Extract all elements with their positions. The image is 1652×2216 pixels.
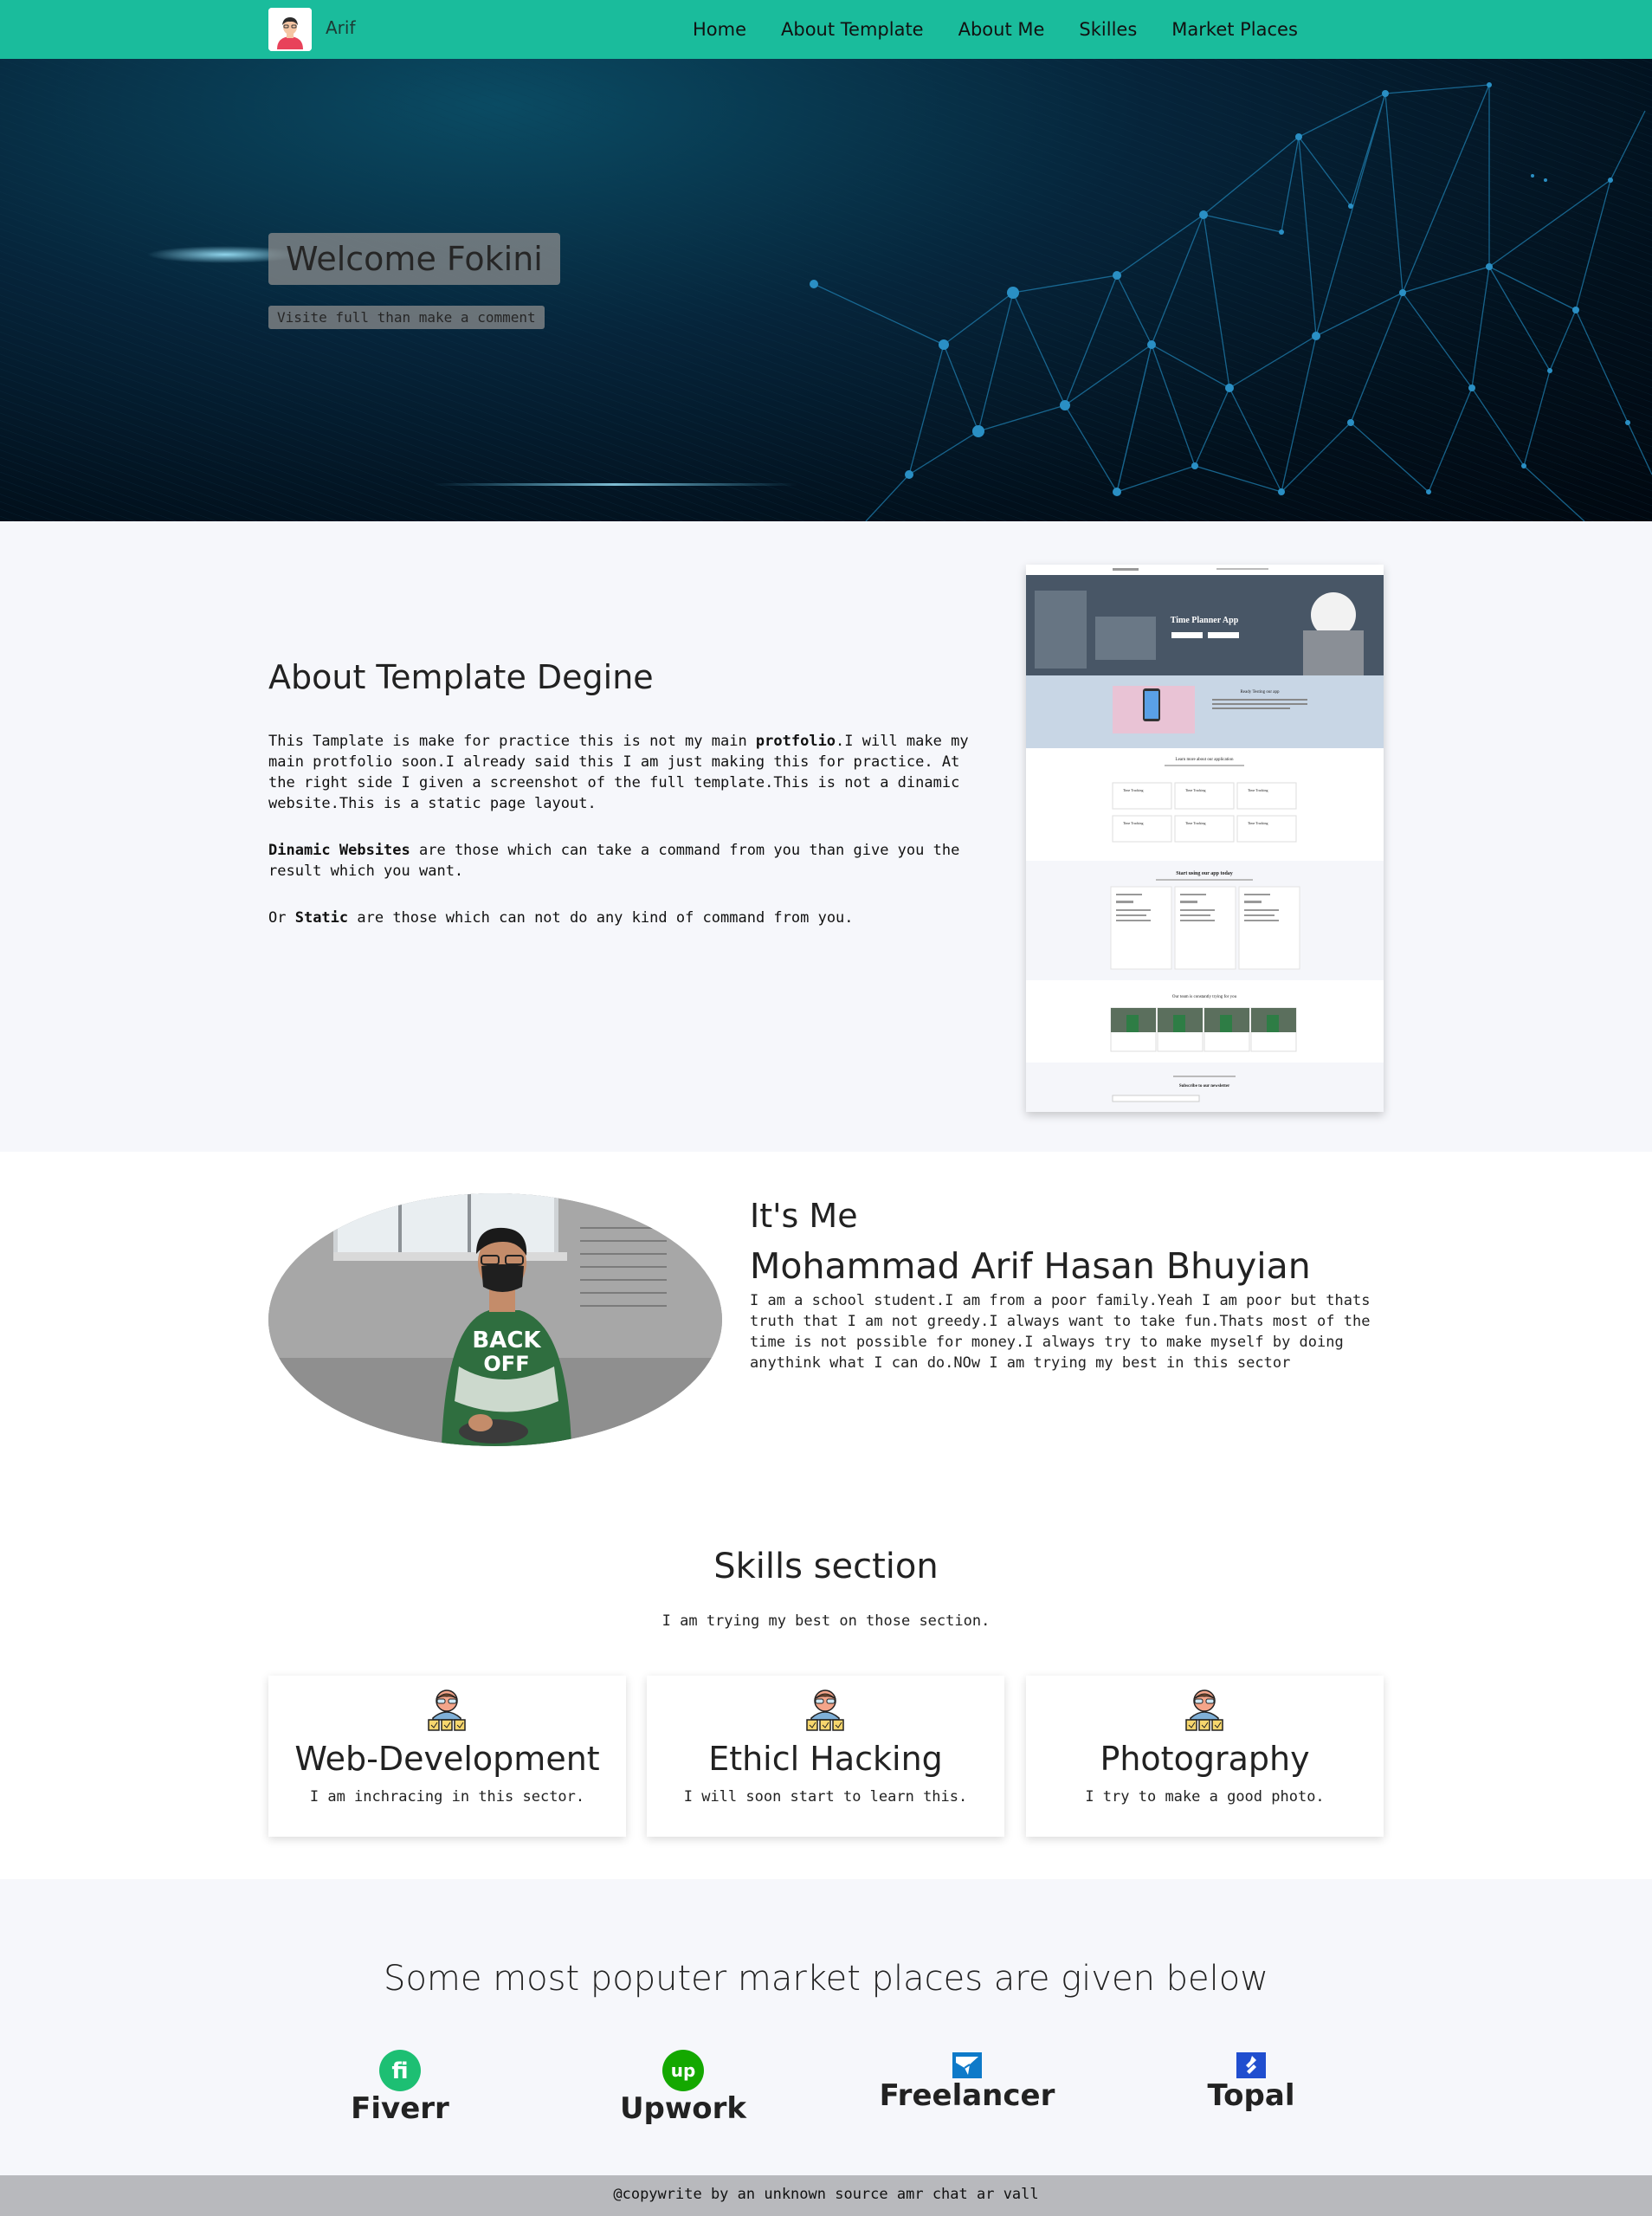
skill-card-ethical-hacking: Ethicl Hacking I will soon start to lear… [647, 1676, 1004, 1837]
upwork-icon: up [662, 2050, 704, 2091]
skill-desc: I am inchracing in this sector. [309, 1788, 585, 1806]
about-paragraph-3: Or Static are those which can not do any… [268, 909, 854, 927]
fiverr-icon: fi [379, 2050, 421, 2091]
market-places-title: Some most poputer market places are give… [384, 1959, 1268, 1999]
about-template-section: About Template Degine This Tamplate is m… [0, 521, 1652, 1152]
developer-icon [428, 1689, 466, 1731]
about-me-name: Mohammad Arif Hasan Bhuyian [750, 1245, 1311, 1287]
nav-home[interactable]: Home [693, 19, 746, 40]
about-template-heading: About Template Degine [268, 658, 654, 696]
about-paragraph-2: Dinamic Websites are those which can tak… [268, 842, 960, 880]
market-freelancer[interactable]: Freelancer [855, 2052, 1080, 2113]
template-screenshot-card-label: Time Tracking [1123, 821, 1144, 825]
market-places-section: Some most poputer market places are give… [0, 1879, 1652, 2175]
market-name: Fiverr [351, 2091, 449, 2126]
nav-skills[interactable]: Skilles [1079, 19, 1137, 40]
skill-card-web-development: Web-Development I am inchracing in this … [268, 1676, 626, 1837]
nav-about-me[interactable]: About Me [958, 19, 1045, 40]
template-screenshot-card-label: Time Tracking [1185, 821, 1206, 825]
template-screenshot-learn-heading: Learn more about our application [1176, 758, 1234, 762]
template-screenshot-card-label: Time Tracking [1185, 788, 1206, 792]
shirt-text-back: BACK [472, 1328, 541, 1354]
skill-desc: I will soon start to learn this. [683, 1788, 968, 1806]
fiverr-icon-glyph: fi [391, 2058, 408, 2084]
developer-icon [806, 1689, 844, 1731]
nav-market-places[interactable]: Market Places [1171, 19, 1298, 40]
template-screenshot-card-label: Time Tracking [1248, 821, 1268, 825]
template-screenshot-card-label: Time Tracking [1248, 788, 1268, 792]
about-me-small-heading: It's Me [750, 1197, 858, 1235]
freelancer-icon [952, 2052, 982, 2078]
developer-icon [1185, 1689, 1223, 1731]
footer-copyright: @copywrite by an unknown source amr chat… [613, 2186, 1039, 2203]
market-upwork[interactable]: up Upwork [571, 2050, 796, 2126]
nav-about-template[interactable]: About Template [781, 19, 924, 40]
market-fiverr[interactable]: fi Fiverr [287, 2050, 513, 2126]
skill-card-photography: Photography I try to make a good photo. [1026, 1676, 1384, 1837]
skill-title: Web-Development [294, 1740, 600, 1778]
market-name: Upwork [619, 2091, 747, 2126]
skill-title: Photography [1100, 1740, 1310, 1778]
hero-subtitle: Visite full than make a comment [268, 306, 545, 329]
skills-title: Skills section [713, 1547, 939, 1586]
market-toptal[interactable]: Topal [1139, 2052, 1364, 2113]
market-name: Topal [1207, 2078, 1295, 2113]
skill-title: Ethicl Hacking [708, 1740, 943, 1778]
skills-section: Skills section I am trying my best on th… [0, 1498, 1652, 1879]
shirt-text-off: OFF [483, 1352, 529, 1376]
brand-name[interactable]: Arif [326, 17, 356, 38]
network-background-image [0, 59, 1652, 521]
skills-subtitle: I am trying my best on those section. [661, 1612, 991, 1630]
toptal-icon [1236, 2052, 1266, 2078]
market-name: Freelancer [879, 2078, 1055, 2113]
footer: @copywrite by an unknown source amr chat… [0, 2175, 1652, 2216]
about-paragraph-1: This Tamplate is make for practice this … [268, 733, 969, 812]
nav-links: Home About Template About Me Skilles Mar… [675, 0, 1315, 59]
template-screenshot-subscribe-heading: Subscribe to our newsletter [1179, 1084, 1230, 1089]
template-screenshot-hero-title: Time Planner App [1171, 616, 1239, 625]
about-me-text: I am a school student.I am from a poor f… [750, 1292, 1371, 1372]
profile-photo: BACK OFF [268, 1193, 722, 1446]
template-screenshot-card-label: Time Tracking [1123, 788, 1144, 792]
template-screenshot: Time Planner App Ready Testing our app L… [1026, 565, 1384, 1112]
about-me-section: BACK OFF It's Me Mohammad Arif Hasan Bhu… [0, 1152, 1652, 1498]
template-screenshot-testing-heading: Ready Testing our app [1241, 690, 1280, 695]
navbar: Arif Home About Template About Me Skille… [0, 0, 1652, 59]
upwork-icon-glyph: up [671, 2060, 696, 2081]
skill-desc: I try to make a good photo. [1085, 1788, 1325, 1806]
hero-banner: Welcome Fokini Visite full than make a c… [0, 59, 1652, 521]
hero-title: Welcome Fokini [268, 233, 560, 285]
avatar-icon[interactable] [268, 8, 312, 51]
template-screenshot-start-heading: Start using our app today [1176, 871, 1233, 876]
template-screenshot-team-heading: Our team is constantly trying for you [1172, 995, 1237, 999]
